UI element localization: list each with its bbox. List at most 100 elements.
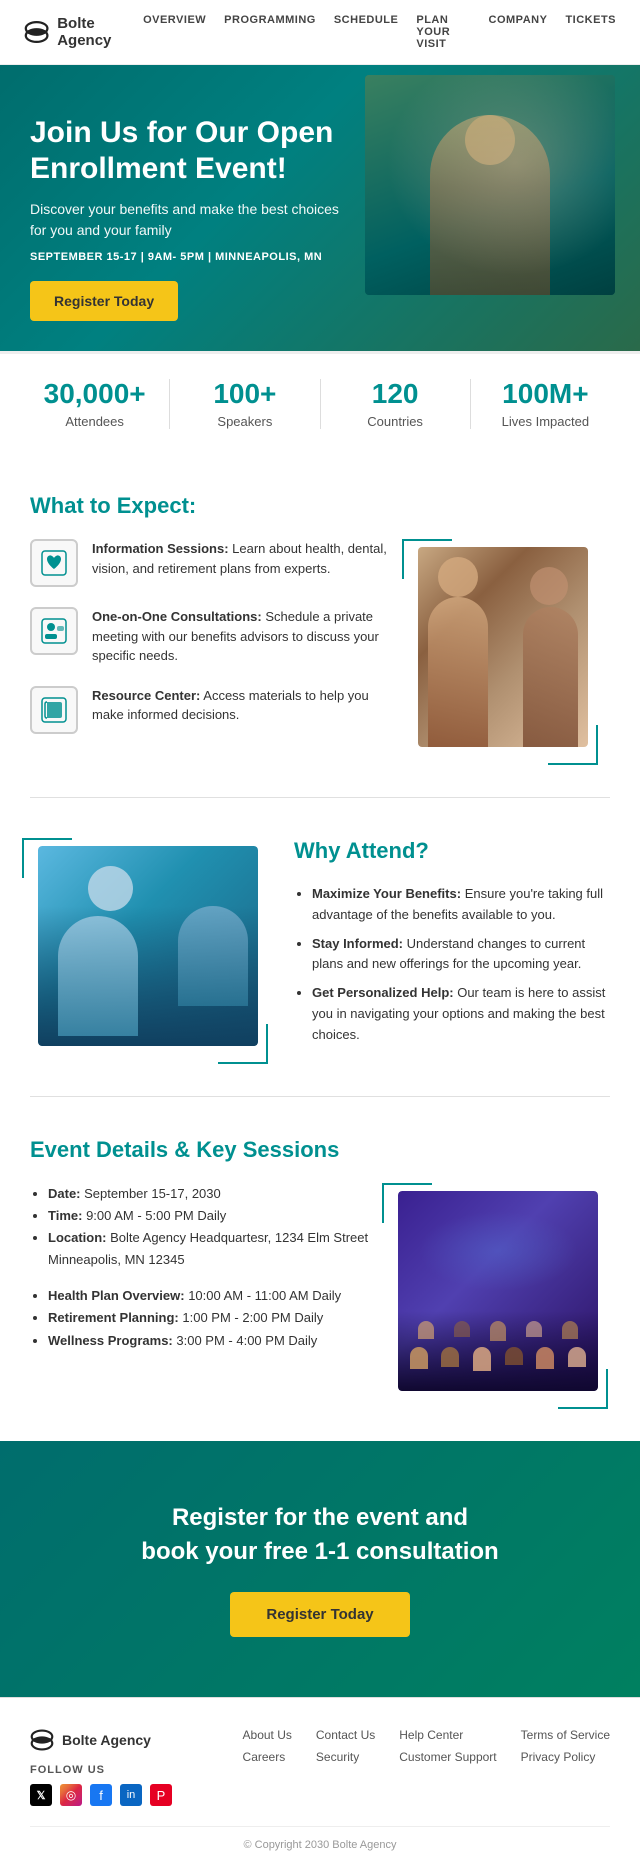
- hero-register-button[interactable]: Register Today: [30, 281, 178, 321]
- why-attend-title: Why Attend?: [294, 838, 610, 864]
- event-date-value: September 15-17, 2030: [84, 1186, 221, 1201]
- nav-schedule[interactable]: SCHEDULE: [334, 14, 399, 50]
- social-pinterest[interactable]: P: [150, 1784, 172, 1806]
- session-wellness: Wellness Programs: 3:00 PM - 4:00 PM Dai…: [48, 1330, 370, 1352]
- footer-follow-label: FOLLOW US: [30, 1764, 172, 1776]
- why-photo-area: [30, 838, 270, 1056]
- footer-terms[interactable]: Terms of Service: [521, 1728, 610, 1742]
- what-to-expect-content: Information Sessions: Learn about health…: [30, 539, 610, 757]
- cta-section: Register for the event andbook your free…: [0, 1441, 640, 1697]
- expect-item-2-heading: One-on-One Consultations:: [92, 609, 262, 624]
- why-photo-wrap: [30, 846, 260, 1056]
- nav-tickets[interactable]: TICKETS: [565, 14, 616, 50]
- event-photo-area: [390, 1183, 610, 1401]
- footer-privacy[interactable]: Privacy Policy: [521, 1750, 610, 1764]
- footer-security[interactable]: Security: [316, 1750, 375, 1764]
- why-photo: [38, 846, 258, 1046]
- hero-content: Join Us for Our Open Enrollment Event! D…: [30, 115, 350, 351]
- nav-overview[interactable]: OVERVIEW: [143, 14, 206, 50]
- expect-item-1-heading: Information Sessions:: [92, 541, 229, 556]
- footer-logo-icon: [30, 1728, 54, 1752]
- expect-item-1: Information Sessions: Learn about health…: [30, 539, 390, 587]
- expect-item-3: Resource Center: Access materials to hel…: [30, 686, 390, 734]
- event-time-label: Time:: [48, 1208, 82, 1223]
- stat-lives: 100M+ Lives Impacted: [471, 378, 620, 429]
- logo-icon: [24, 18, 49, 46]
- stat-speakers: 100+ Speakers: [170, 378, 319, 429]
- hero-description: Discover your benefits and make the best…: [30, 199, 350, 241]
- event-sessions-list: Health Plan Overview: 10:00 AM - 11:00 A…: [30, 1285, 370, 1351]
- why-item-3-heading: Get Personalized Help:: [312, 985, 454, 1000]
- why-item-2-heading: Stay Informed:: [312, 936, 403, 951]
- stat-attendees-number: 30,000+: [20, 378, 169, 410]
- event-date-label: Date:: [48, 1186, 81, 1201]
- nav-programming[interactable]: PROGRAMMING: [224, 14, 316, 50]
- stat-countries: 120 Countries: [321, 378, 470, 429]
- stat-speakers-label: Speakers: [170, 414, 319, 429]
- session-health: Health Plan Overview: 10:00 AM - 11:00 A…: [48, 1285, 370, 1307]
- event-details-section: Event Details & Key Sessions Date: Septe…: [0, 1097, 640, 1441]
- social-icons: 𝕏 ◎ f in P: [30, 1784, 172, 1806]
- footer-about[interactable]: About Us: [243, 1728, 292, 1742]
- social-facebook[interactable]: f: [90, 1784, 112, 1806]
- nav-plan[interactable]: PLAN YOUR VISIT: [416, 14, 470, 50]
- event-photo: [398, 1191, 598, 1391]
- footer: Bolte Agency FOLLOW US 𝕏 ◎ f in P About …: [0, 1697, 640, 1871]
- session-retirement-label: Retirement Planning:: [48, 1310, 179, 1325]
- person-chat-icon: [40, 617, 68, 645]
- event-photo-wrap: [390, 1191, 600, 1401]
- expect-item-3-heading: Resource Center:: [92, 688, 200, 703]
- session-wellness-time: 3:00 PM - 4:00 PM Daily: [176, 1333, 317, 1348]
- event-date: Date: September 15-17, 2030: [48, 1183, 370, 1205]
- consultations-icon: [30, 607, 78, 655]
- stat-attendees-label: Attendees: [20, 414, 169, 429]
- expect-item-3-text: Resource Center: Access materials to hel…: [92, 686, 390, 725]
- why-attend-content: Why Attend? Maximize Your Benefits: Ensu…: [30, 838, 610, 1056]
- expect-photo: [418, 547, 588, 747]
- stat-lives-label: Lives Impacted: [471, 414, 620, 429]
- footer-support[interactable]: Customer Support: [399, 1750, 496, 1764]
- why-attend-text: Why Attend? Maximize Your Benefits: Ensu…: [294, 838, 610, 1054]
- stat-speakers-number: 100+: [170, 378, 319, 410]
- cta-title: Register for the event andbook your free…: [30, 1501, 610, 1568]
- what-to-expect-section: What to Expect: Information Sessions: Le…: [0, 453, 640, 797]
- hero-title: Join Us for Our Open Enrollment Event!: [30, 115, 350, 187]
- why-item-3: Get Personalized Help: Our team is here …: [312, 983, 610, 1045]
- nav-company[interactable]: COMPANY: [489, 14, 548, 50]
- navigation: Bolte Agency OVERVIEW PROGRAMMING SCHEDU…: [0, 0, 640, 65]
- event-location-label: Location:: [48, 1230, 107, 1245]
- why-item-2: Stay Informed: Understand changes to cur…: [312, 934, 610, 976]
- social-linkedin[interactable]: in: [120, 1784, 142, 1806]
- footer-links: About Us Contact Us Help Center Terms of…: [243, 1728, 610, 1764]
- event-details-title: Event Details & Key Sessions: [30, 1137, 610, 1163]
- footer-help[interactable]: Help Center: [399, 1728, 496, 1742]
- heart-icon: [40, 549, 68, 577]
- expect-items-list: Information Sessions: Learn about health…: [30, 539, 390, 754]
- footer-careers[interactable]: Careers: [243, 1750, 292, 1764]
- logo-text: Bolte Agency: [57, 15, 143, 49]
- event-location: Location: Bolte Agency Headquartesr, 123…: [48, 1227, 370, 1271]
- stat-countries-number: 120: [321, 378, 470, 410]
- hero-date: SEPTEMBER 15-17 | 9AM- 5PM | MINNEAPOLIS…: [30, 251, 350, 263]
- session-wellness-label: Wellness Programs:: [48, 1333, 173, 1348]
- social-x[interactable]: 𝕏: [30, 1784, 52, 1806]
- why-attend-list: Maximize Your Benefits: Ensure you're ta…: [294, 884, 610, 1046]
- session-retirement-time: 1:00 PM - 2:00 PM Daily: [182, 1310, 323, 1325]
- book-icon: [40, 696, 68, 724]
- nav-links: OVERVIEW PROGRAMMING SCHEDULE PLAN YOUR …: [143, 14, 616, 50]
- social-instagram[interactable]: ◎: [60, 1784, 82, 1806]
- footer-contact[interactable]: Contact Us: [316, 1728, 375, 1742]
- expect-item-2-text: One-on-One Consultations: Schedule a pri…: [92, 607, 390, 666]
- event-time-value: 9:00 AM - 5:00 PM Daily: [86, 1208, 226, 1223]
- stats-bar: 30,000+ Attendees 100+ Speakers 120 Coun…: [0, 351, 640, 453]
- footer-copyright: © Copyright 2030 Bolte Agency: [30, 1826, 610, 1851]
- expect-photo-area: [410, 539, 610, 757]
- stat-lives-number: 100M+: [471, 378, 620, 410]
- session-health-time: 10:00 AM - 11:00 AM Daily: [188, 1288, 341, 1303]
- stat-attendees: 30,000+ Attendees: [20, 378, 169, 429]
- expect-item-2: One-on-One Consultations: Schedule a pri…: [30, 607, 390, 666]
- cta-register-button[interactable]: Register Today: [230, 1592, 409, 1637]
- event-info: Date: September 15-17, 2030 Time: 9:00 A…: [30, 1183, 370, 1366]
- logo[interactable]: Bolte Agency: [24, 15, 143, 49]
- hero-image: [365, 75, 615, 295]
